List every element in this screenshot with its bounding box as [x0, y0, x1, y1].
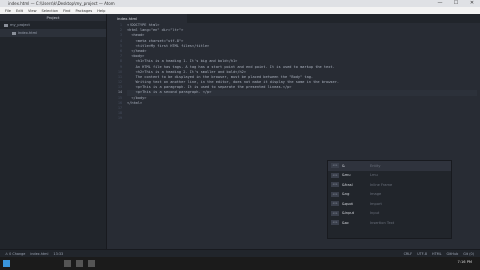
autocomplete-item[interactable]: <> &frasl Inline Frame [328, 180, 451, 190]
taskbar: 7:16 PM [0, 257, 480, 270]
status-bar: ⚠ 0 Change index.html 13:33 CRLF UTF-8 H… [0, 249, 480, 257]
status-cursor[interactable]: 13:33 [53, 252, 63, 256]
autocomplete-item[interactable]: <> &mu Lmu [328, 171, 451, 181]
suggestion-keyword: &quot [342, 201, 353, 206]
status-git[interactable]: Git (0) [463, 252, 474, 256]
editor-pane: index.html 1 2 3 4 5 6 7 8 9 10 11 12 13 14 15 16 17 18 19… [107, 14, 480, 249]
tag-icon: <> [331, 182, 339, 188]
tag-icon: <> [331, 201, 339, 207]
tag-icon: <> [331, 172, 339, 178]
status-right: CRLF UTF-8 HTML GitHub Git (0) [399, 252, 474, 256]
atom-icon[interactable] [88, 260, 95, 267]
file-icon [12, 31, 16, 35]
sidebar-header: Project [0, 14, 106, 21]
suggestion-description: Import [370, 201, 382, 206]
maximize-button[interactable]: ☐ [448, 0, 464, 7]
autocomplete-item[interactable]: <> & Entity [328, 161, 451, 171]
close-button[interactable]: ✕ [464, 0, 480, 7]
suggestion-keyword: &input [342, 211, 355, 216]
taskbar-clock: 7:16 PM [457, 260, 472, 264]
folder-label: my_project [10, 23, 30, 27]
menu-find[interactable]: Find [63, 9, 70, 13]
suggestion-keyword: &ng [342, 192, 350, 197]
menu-selection[interactable]: Selection [42, 9, 59, 13]
window-controls: — ☐ ✕ [432, 0, 480, 7]
folder-item[interactable]: my_project [0, 21, 106, 29]
status-line-ending[interactable]: CRLF [404, 252, 413, 256]
suggestion-keyword: &mu [342, 173, 351, 178]
suggestion-description: Insertion Text [370, 220, 395, 225]
status-grammar[interactable]: HTML [432, 252, 441, 256]
menu-bar: File Edit View Selection Find Packages H… [0, 7, 480, 14]
tag-icon: <> [331, 163, 339, 169]
suggestion-description: Inline Frame [370, 182, 393, 187]
autocomplete-item[interactable]: <> &quot Import [328, 199, 451, 209]
menu-file[interactable]: File [5, 9, 11, 13]
status-github[interactable]: GitHub [446, 252, 458, 256]
menu-view[interactable]: View [28, 9, 37, 13]
title-bar: index.html — C:\Users\k\Desktop\my_proje… [0, 0, 480, 7]
menu-packages[interactable]: Packages [75, 9, 92, 13]
taskbar-icons [64, 260, 100, 267]
line-number-gutter: 1 2 3 4 5 6 7 8 9 10 11 12 13 14 15 16 17 18 19 [107, 23, 125, 122]
autocomplete-item[interactable]: <> &input Input [328, 209, 451, 219]
line-number: 19 [117, 116, 122, 121]
code-area[interactable]: <!DOCTYPE html> <html lang="en" dir="ltr"… [127, 23, 477, 122]
autocomplete-item[interactable]: <> &ng Image [328, 190, 451, 200]
folder-icon [4, 23, 8, 27]
tag-icon: <> [331, 220, 339, 226]
suggestion-description: Lmu [370, 173, 378, 178]
project-sidebar: Project my_project index.html [0, 14, 107, 249]
status-file[interactable]: index.html [30, 252, 48, 256]
folder-icon[interactable] [76, 260, 83, 267]
suggestion-description: Entity [370, 163, 381, 168]
status-problems[interactable]: ⚠ 0 Change [5, 252, 25, 256]
suggestion-keyword: & [342, 163, 345, 168]
menu-help[interactable]: Help [97, 9, 105, 13]
autocomplete-popup: <> & Entity <> &mu Lmu <> &frasl Inline Frame <> &… [327, 160, 452, 239]
tab-index-html[interactable]: index.html [107, 14, 187, 23]
browser-icon[interactable] [64, 260, 71, 267]
tab-bar: index.html [107, 14, 480, 23]
tag-icon: <> [331, 191, 339, 197]
suggestion-keyword: &ac [342, 220, 349, 225]
suggestion-description: Image [370, 192, 382, 197]
suggestion-keyword: &frasl [342, 182, 353, 187]
file-label: index.html [18, 31, 38, 35]
tag-icon: <> [331, 210, 339, 216]
status-encoding[interactable]: UTF-8 [417, 252, 427, 256]
minimize-button[interactable]: — [432, 0, 448, 7]
start-icon[interactable] [3, 260, 10, 267]
autocomplete-item[interactable]: <> &ac Insertion Text [328, 218, 451, 228]
suggestion-description: Input [370, 211, 380, 216]
menu-edit[interactable]: Edit [16, 9, 23, 13]
file-item[interactable]: index.html [0, 29, 106, 37]
window-title: index.html — C:\Users\k\Desktop\my_proje… [8, 1, 115, 6]
